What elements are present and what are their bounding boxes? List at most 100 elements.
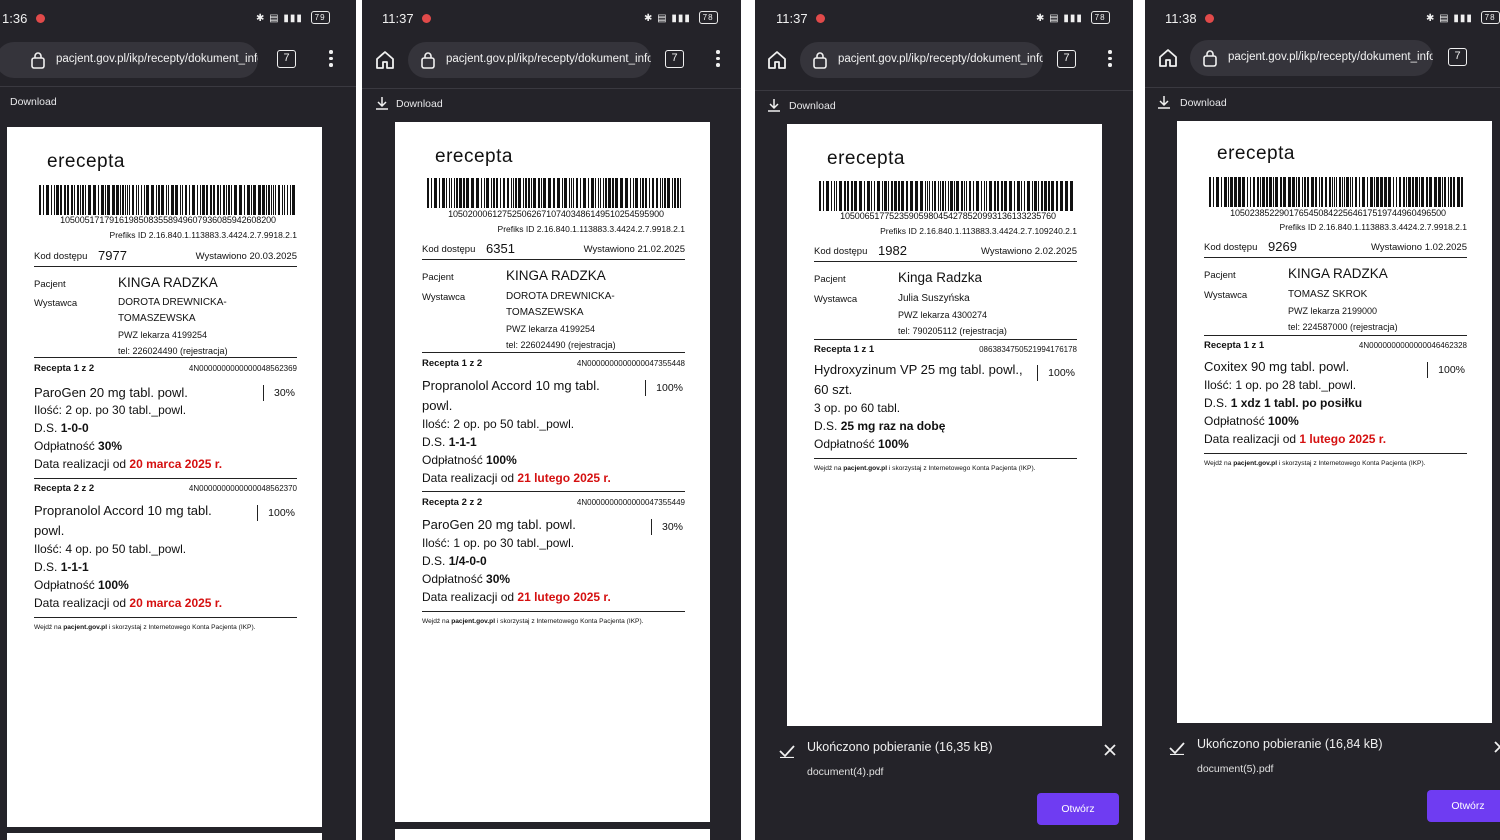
- barcode-bar: [1288, 177, 1291, 207]
- download-bar[interactable]: Download: [755, 90, 1133, 120]
- address-bar[interactable]: pacjent.gov.pl/ikp/recepty/dokument_info: [1190, 40, 1433, 76]
- barcode-bar: [56, 185, 59, 215]
- barcode-bar: [1450, 177, 1452, 207]
- barcode-bar: [1307, 177, 1309, 207]
- download-bar[interactable]: Download: [362, 88, 741, 118]
- issuer-line: PWZ lekarza 2199000: [1288, 306, 1378, 316]
- download-bar[interactable]: Download: [0, 86, 356, 116]
- reimbursement-percent: 30%: [262, 385, 295, 401]
- barcode-bar: [271, 185, 272, 215]
- barcode-bar: [1269, 177, 1272, 207]
- barcode-bar: [1280, 177, 1282, 207]
- barcode-bar: [940, 181, 941, 211]
- barcode-bar: [74, 185, 75, 215]
- barcode-bar: [120, 185, 121, 215]
- patient-label: Pacjent: [1204, 270, 1236, 281]
- barcode-bar: [612, 178, 614, 208]
- barcode-number: 1050200061275250626710740348614951025459…: [448, 209, 664, 219]
- status-time: 11:37: [776, 11, 808, 26]
- download-complete-bar: Ukończono pobieranie (16,35 kB) document…: [755, 734, 1133, 840]
- tab-switcher-button[interactable]: 7: [1057, 50, 1076, 68]
- barcode-bar: [1224, 177, 1227, 207]
- barcode-bar: [80, 185, 81, 215]
- home-icon[interactable]: [766, 49, 788, 71]
- barcode-bar: [141, 185, 142, 215]
- prescription-id: 4N0000000000000048562370: [188, 484, 297, 493]
- prescription-document: erecepta 1050238522901765450842256461751…: [1177, 121, 1492, 723]
- status-bar: 11:37 ✱ ▤ ▮▮▮ 78: [755, 8, 1133, 30]
- patient-label: Pacjent: [422, 272, 454, 283]
- close-icon[interactable]: [1103, 743, 1117, 757]
- home-icon[interactable]: [374, 49, 396, 71]
- home-icon[interactable]: [1157, 47, 1179, 69]
- barcode-bar: [961, 181, 963, 211]
- barcode-bar: [929, 181, 930, 211]
- menu-icon[interactable]: [715, 50, 721, 70]
- realization-date: Data realizacji od 20 marca 2025 r.: [34, 457, 223, 471]
- close-icon[interactable]: [1493, 740, 1500, 754]
- barcode-bar: [649, 178, 650, 208]
- url-text: pacjent.gov.pl/ikp/recepty/dokument_info: [446, 53, 651, 65]
- tab-switcher-button[interactable]: 7: [277, 50, 296, 68]
- menu-icon[interactable]: [1107, 50, 1113, 70]
- open-file-button[interactable]: Otwórz: [1427, 790, 1500, 822]
- barcode-bar: [1001, 181, 1003, 211]
- download-bar[interactable]: Download: [1145, 87, 1500, 117]
- status-bar: 11:38 ✱ ▤ ▮▮▮ 78: [1145, 8, 1500, 30]
- reimbursement-percent: 30%: [650, 519, 683, 535]
- barcode-bar: [1283, 177, 1286, 207]
- phone-screen-4: 11:38 ✱ ▤ ▮▮▮ 78 pacjent.gov.pl/ikp/rece…: [1145, 0, 1500, 840]
- address-bar[interactable]: pacjent.gov.pl/ikp/recepty/dokument_info: [0, 42, 258, 78]
- barcode-bar: [847, 181, 849, 211]
- barcode-bar: [1332, 177, 1333, 207]
- divider: [34, 357, 297, 358]
- barcode-bar: [1304, 177, 1306, 207]
- barcode-bar: [1032, 181, 1033, 211]
- issuer-label: Wystawca: [814, 294, 858, 305]
- barcode-bar: [180, 185, 181, 215]
- barcode-bar: [247, 185, 250, 215]
- address-bar[interactable]: pacjent.gov.pl/ikp/recepty/dokument_info: [408, 42, 651, 78]
- barcode-bar: [1325, 177, 1327, 207]
- issuer-line: DOROTA DREWNICKA-: [118, 297, 227, 308]
- downloaded-file-name: document(5).pdf: [1197, 763, 1274, 775]
- barcode-bar: [1384, 177, 1387, 207]
- barcode-bar: [989, 181, 992, 211]
- barcode-bar: [185, 185, 187, 215]
- battery-icon: 79: [310, 11, 330, 24]
- barcode-bar: [161, 185, 164, 215]
- barcode-bar: [986, 181, 987, 211]
- status-time: 1:36: [2, 11, 28, 26]
- barcode-bar: [906, 181, 908, 211]
- menu-icon[interactable]: [328, 50, 334, 70]
- barcode-bar: [1355, 177, 1357, 207]
- barcode-bar: [251, 185, 252, 215]
- barcode-bar: [206, 185, 208, 215]
- access-code-label: Kod dostępu: [34, 251, 88, 262]
- barcode-bar: [192, 185, 195, 215]
- barcode-number: 1050065177523590598045427852099313613323…: [840, 211, 1056, 221]
- barcode-bar: [1444, 177, 1446, 207]
- barcode-bar: [1457, 177, 1460, 207]
- download-complete-title: Ukończono pobieranie (16,84 kB): [1197, 737, 1383, 751]
- barcode-bar: [844, 181, 846, 211]
- tab-switcher-button[interactable]: 7: [665, 50, 684, 68]
- barcode-bar: [1234, 177, 1237, 207]
- check-icon: [779, 745, 795, 758]
- barcode-bar: [515, 178, 517, 208]
- barcode-bar: [859, 181, 862, 211]
- open-file-button[interactable]: Otwórz: [1037, 793, 1119, 825]
- address-bar[interactable]: pacjent.gov.pl/ikp/recepty/dokument_info: [800, 42, 1043, 78]
- barcode-bar: [275, 185, 276, 215]
- download-icon: [376, 97, 388, 110]
- erecepta-logo: erecepta: [47, 151, 125, 172]
- system-icons: ✱ ▤ ▮▮▮ 78: [644, 11, 718, 24]
- barcode-bar: [151, 185, 154, 215]
- barcode-bar: [1344, 177, 1345, 207]
- barcode-bar: [660, 178, 661, 208]
- barcode-bar: [1048, 181, 1050, 211]
- barcode-bar: [823, 181, 824, 211]
- tab-switcher-button[interactable]: 7: [1448, 48, 1467, 66]
- payment: Odpłatność 30%: [422, 572, 511, 586]
- barcode-bar: [1273, 177, 1274, 207]
